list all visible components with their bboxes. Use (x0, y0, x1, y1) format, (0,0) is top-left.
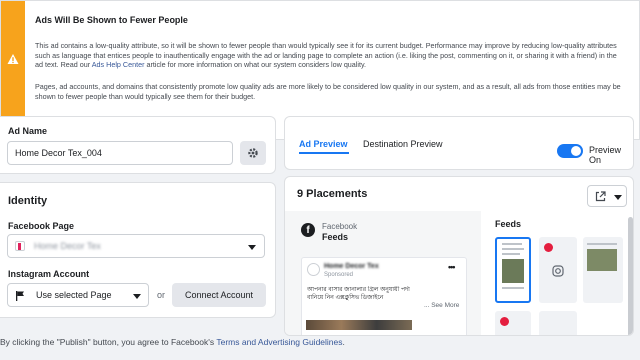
facebook-logo-icon: f (301, 223, 315, 237)
error-icon (544, 243, 553, 252)
active-tab-indicator (299, 152, 349, 154)
post-image (306, 320, 412, 330)
placement-preview-pane: f Facebook Feeds Home Decor Tex Sponsore… (285, 211, 481, 335)
placements-title: 9 Placements (297, 188, 368, 200)
instagram-icon (552, 265, 564, 277)
facebook-page-value: Home Decor Tex (34, 241, 101, 251)
warning-title: Ads Will Be Shown to Fewer People (35, 15, 188, 25)
placement-list-pane: Feeds (485, 211, 633, 335)
tab-ad-preview[interactable]: Ad Preview (299, 139, 348, 149)
facebook-page-select[interactable]: Home Decor Tex (7, 234, 265, 258)
facebook-page-label: Facebook Page (8, 221, 75, 231)
share-preview-button[interactable] (587, 185, 627, 207)
chevron-down-icon (133, 294, 141, 299)
instagram-account-label: Instagram Account (8, 269, 90, 279)
placement-thumbnail-selected[interactable] (495, 237, 531, 303)
ad-name-settings-button[interactable] (240, 141, 266, 165)
chevron-down-icon (248, 245, 256, 250)
chevron-down-icon (614, 195, 622, 200)
or-text: or (157, 290, 166, 300)
connect-account-button[interactable]: Connect Account (172, 283, 266, 307)
ad-name-section: Ad Name Home Decor Tex_004 (0, 116, 276, 174)
gear-icon (248, 148, 258, 158)
warning-paragraph-1: This ad contains a low-quality attribute… (35, 41, 617, 70)
error-icon (500, 317, 509, 326)
post-avatar (307, 263, 320, 276)
placement-thumbnail-feed[interactable] (583, 237, 623, 303)
identity-section: Identity Facebook Page Home Decor Tex In… (0, 182, 276, 318)
placement-thumbnail-instagram[interactable] (539, 237, 577, 303)
instagram-account-value: Use selected Page (36, 290, 112, 300)
identity-heading: Identity (8, 195, 48, 207)
preview-toggle[interactable] (557, 144, 583, 158)
preview-tabs-section: Ad Preview Destination Preview Preview O… (284, 116, 634, 170)
ad-post-preview[interactable]: Home Decor Tex Sponsored ••• আপনার বাসার… (301, 257, 467, 335)
tab-destination-preview[interactable]: Destination Preview (363, 139, 443, 149)
flag-icon (16, 291, 24, 301)
placements-section: 9 Placements f Facebook Feeds Home Decor… (284, 176, 634, 336)
ad-name-input[interactable]: Home Decor Tex_004 (7, 141, 233, 165)
warning-paragraph-2: Pages, ad accounts, and domains that con… (35, 82, 621, 101)
feeds-heading: Feeds (495, 219, 522, 229)
warning-icon (7, 54, 19, 64)
page-avatar (15, 241, 25, 251)
ads-help-center-link[interactable]: Ads Help Center (92, 60, 145, 69)
instagram-account-select[interactable]: Use selected Page (7, 283, 149, 307)
external-link-icon (595, 191, 606, 202)
scrollbar[interactable] (628, 217, 633, 335)
placement-thumbnail-5[interactable] (539, 311, 577, 335)
publish-terms-notice: By clicking the "Publish" button, you ag… (0, 337, 345, 347)
post-see-more[interactable]: ... See More (424, 302, 459, 309)
ad-name-label: Ad Name (8, 126, 48, 136)
preview-toggle-label: Preview On (589, 145, 622, 165)
post-text: আপনার বাসার জানালার গ্রিল অনুযায়ী পর্দা… (307, 287, 410, 301)
toggle-knob (571, 146, 581, 156)
platform-label: Facebook (322, 222, 358, 231)
post-page-name: Home Decor Tex (324, 263, 379, 270)
placement-label: Feeds (322, 232, 349, 242)
terms-link[interactable]: Terms and Advertising Guidelines (216, 337, 342, 347)
more-options-icon[interactable]: ••• (448, 262, 456, 272)
placement-thumbnail-4[interactable] (495, 311, 531, 335)
post-sponsored-label: Sponsored (324, 272, 354, 278)
